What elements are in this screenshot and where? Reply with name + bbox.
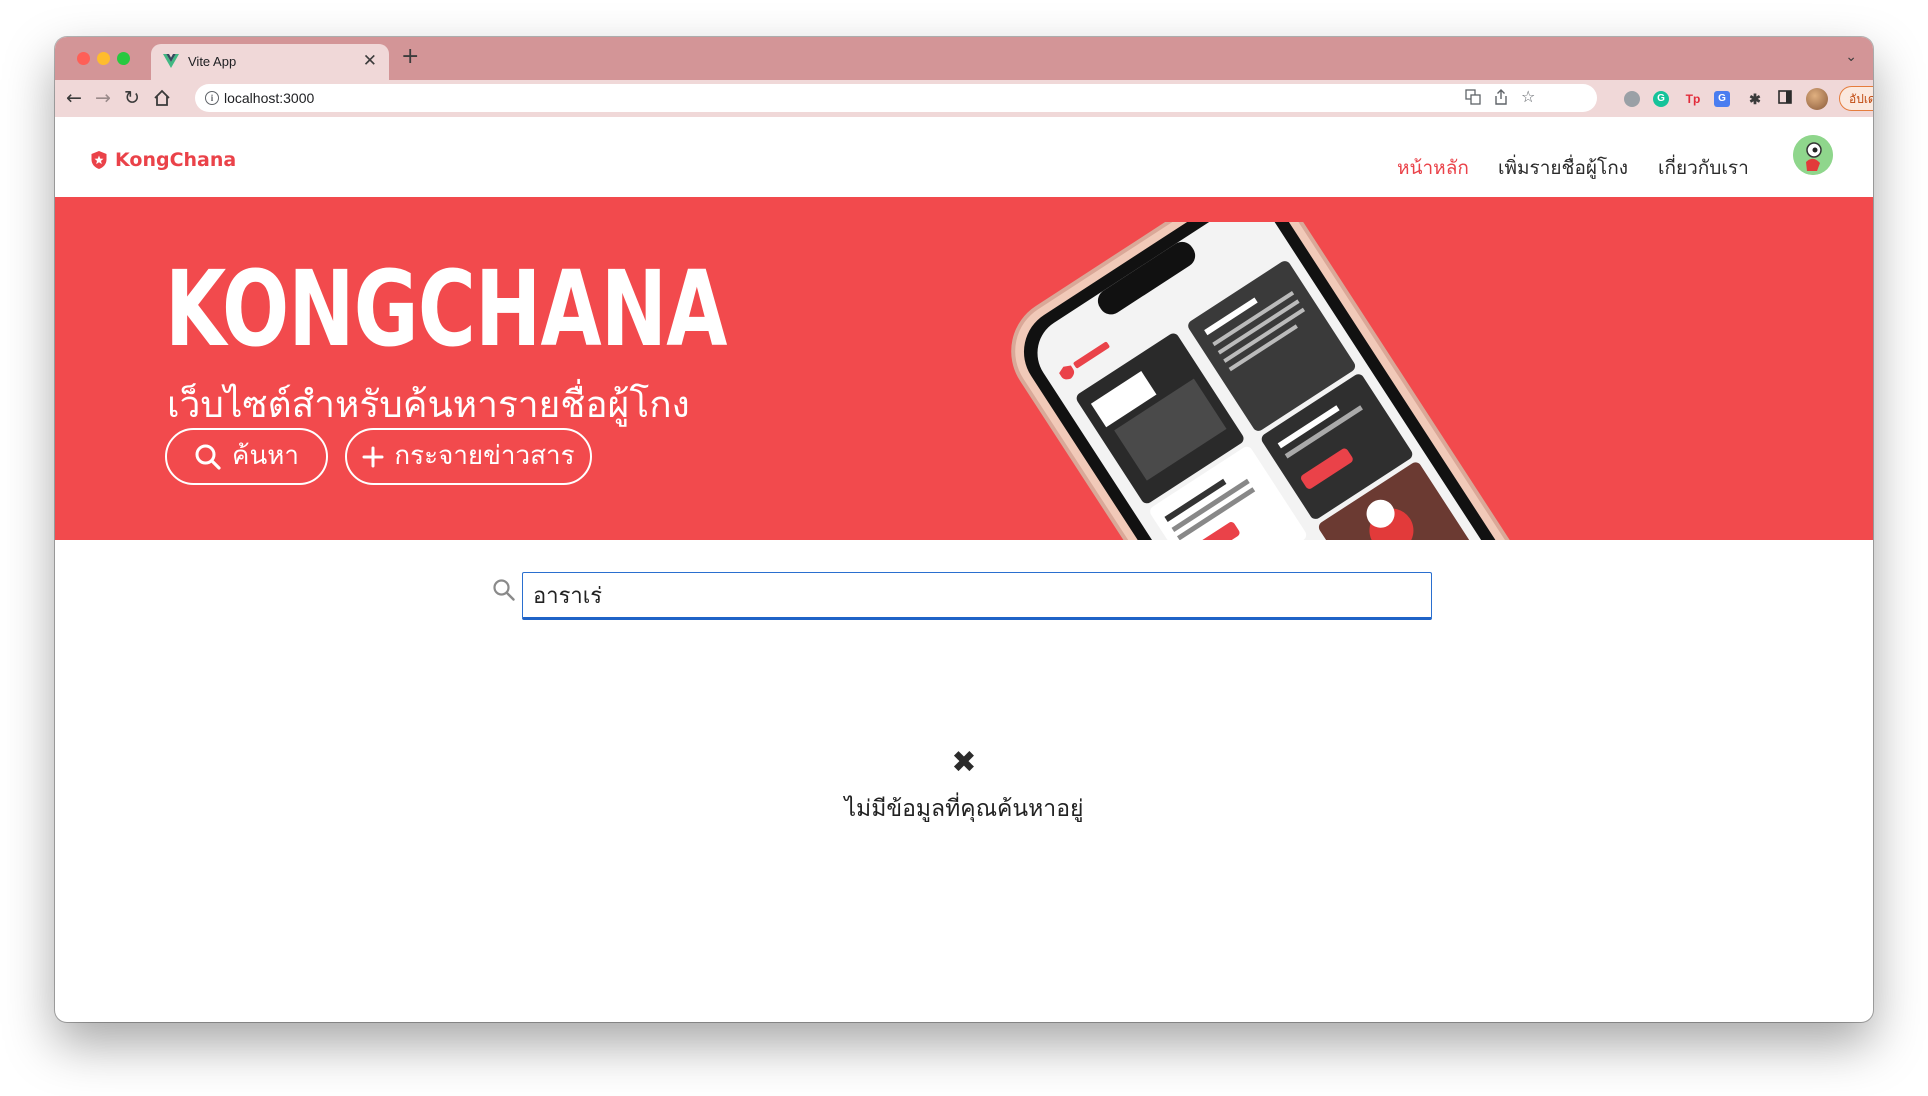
site-header: KongChana หน้าหลัก เพิ่มรายชื่อผู้โกง เก…	[55, 117, 1873, 197]
hero-search-button[interactable]: ค้นหา	[165, 428, 328, 485]
brand-name: KongChana	[115, 149, 237, 171]
forward-icon[interactable]: →	[90, 85, 116, 111]
vue-icon	[163, 54, 179, 68]
grammarly-icon[interactable]: G	[1653, 91, 1669, 107]
browser-tab[interactable]: Vite App ✕	[151, 44, 389, 80]
update-chrome-button[interactable]: อัปเดต ⋮	[1839, 86, 1873, 111]
search-icon	[493, 579, 515, 601]
site-logo[interactable]: KongChana	[90, 149, 236, 171]
home-icon[interactable]	[149, 85, 175, 111]
minimize-window-button[interactable]	[97, 52, 110, 65]
tab-title: Vite App	[188, 54, 237, 69]
tab-strip: Vite App ✕ + ⌄	[55, 37, 1873, 80]
nav-add-scammer-link[interactable]: เพิ่มรายชื่อผู้โกง	[1498, 153, 1628, 183]
close-window-button[interactable]	[77, 52, 90, 65]
extension-gray-icon[interactable]	[1624, 91, 1640, 107]
close-tab-icon[interactable]: ✕	[363, 51, 377, 71]
hero-search-label: ค้นหา	[232, 441, 299, 471]
search-input[interactable]	[522, 572, 1432, 620]
site-info-icon[interactable]: i	[205, 91, 219, 105]
back-icon[interactable]: ←	[61, 85, 87, 111]
url-text: localhost:3000	[224, 90, 315, 106]
nav-about-link[interactable]: เกี่ยวกับเรา	[1658, 153, 1749, 183]
extensions-puzzle-icon[interactable]: ✱	[1747, 91, 1763, 107]
browser-window: Vite App ✕ + ⌄ ← → ↻ i localhost:3000 ☆ …	[55, 37, 1873, 1022]
tp-extension-icon[interactable]: Tp	[1685, 91, 1701, 107]
update-label: อัปเดต	[1849, 92, 1873, 106]
shield-icon	[91, 151, 107, 169]
translate-icon[interactable]	[1465, 89, 1481, 109]
plus-icon	[362, 446, 384, 467]
address-bar[interactable]: i localhost:3000 ☆	[195, 84, 1597, 112]
google-translate-icon[interactable]: G	[1714, 91, 1730, 107]
browser-toolbar: ← → ↻ i localhost:3000 ☆ G Tp G ✱ อัปเดต	[55, 80, 1873, 118]
tab-search-icon[interactable]: ⌄	[1845, 49, 1857, 65]
hero-subtitle: เว็บไซต์สำหรับค้นหารายชื่อผู้โกง	[167, 383, 690, 426]
hero-banner: KONGCHANA เว็บไซต์สำหรับค้นหารายชื่อผู้โ…	[55, 197, 1873, 540]
new-tab-button[interactable]: +	[401, 44, 419, 69]
no-results-message: ไม่มีข้อมูลที่คุณค้นหาอยู่	[844, 796, 1084, 822]
nav-home-link[interactable]: หน้าหลัก	[1397, 153, 1469, 183]
hero-spread-label: กระจายข่าวสาร	[394, 441, 575, 471]
phone-mockup-image	[1011, 222, 1549, 540]
maximize-window-button[interactable]	[117, 52, 130, 65]
hero-spread-news-button[interactable]: กระจายข่าวสาร	[345, 428, 592, 485]
reload-icon[interactable]: ↻	[119, 85, 145, 111]
share-icon[interactable]	[1494, 89, 1508, 109]
no-results-x-icon: ✖	[951, 745, 977, 780]
side-panel-icon[interactable]	[1777, 90, 1793, 106]
hero-title: KONGCHANA	[165, 248, 727, 370]
search-icon	[195, 444, 221, 470]
bookmark-star-icon[interactable]: ☆	[1521, 87, 1535, 106]
user-avatar[interactable]	[1793, 135, 1833, 175]
profile-avatar[interactable]	[1806, 88, 1828, 110]
